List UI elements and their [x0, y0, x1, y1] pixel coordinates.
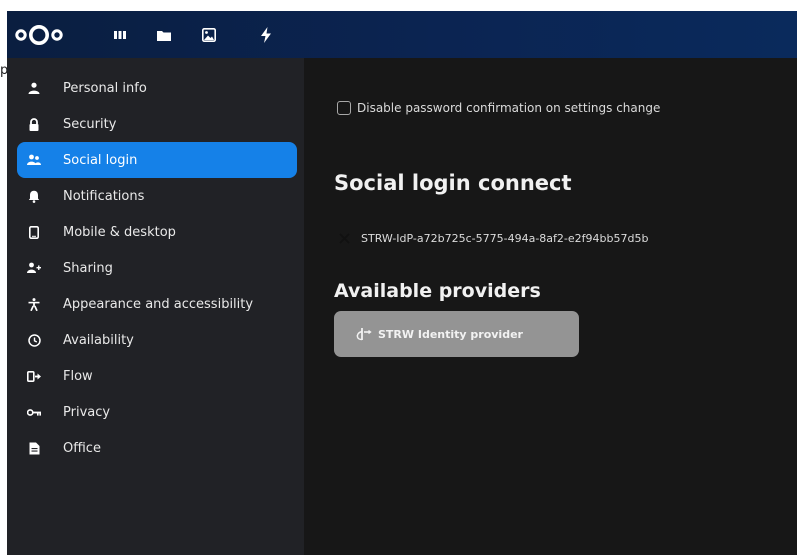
- accessibility-icon: [27, 297, 41, 311]
- main-content: Disable password confirmation on setting…: [304, 58, 797, 555]
- sidebar-item-label: Security: [63, 116, 117, 132]
- settings-sidebar: Personal info Security Social login Noti…: [7, 58, 304, 555]
- document-icon: [27, 441, 41, 455]
- lock-icon: [27, 117, 41, 131]
- user-icon: [27, 81, 41, 95]
- disable-password-confirmation-row[interactable]: Disable password confirmation on setting…: [337, 101, 660, 115]
- section-title: Social login connect: [334, 171, 572, 195]
- sidebar-item-sharing[interactable]: Sharing: [17, 250, 297, 286]
- strw-identity-provider-button[interactable]: STRW Identity provider: [334, 311, 579, 357]
- dashboard-icon[interactable]: [110, 25, 130, 45]
- sidebar-item-label: Mobile & desktop: [63, 224, 176, 240]
- flow-icon: [27, 369, 41, 383]
- phone-icon: [27, 225, 41, 239]
- sidebar-item-label: Flow: [63, 368, 93, 384]
- disconnect-close-icon[interactable]: [337, 231, 351, 245]
- disable-password-confirmation-checkbox[interactable]: [337, 101, 351, 115]
- connected-account-row: STRW-IdP-a72b725c-5775-494a-8af2-e2f94bb…: [337, 231, 648, 245]
- sidebar-item-office[interactable]: Office: [17, 430, 297, 466]
- provider-button-label: STRW Identity provider: [378, 327, 523, 341]
- sidebar-item-social-login[interactable]: Social login: [17, 142, 297, 178]
- settings-nav: Personal info Security Social login Noti…: [17, 70, 297, 466]
- sidebar-item-security[interactable]: Security: [17, 106, 297, 142]
- sidebar-item-availability[interactable]: Availability: [17, 322, 297, 358]
- sidebar-item-label: Social login: [63, 152, 138, 168]
- checkbox-label: Disable password confirmation on setting…: [357, 101, 661, 115]
- sidebar-item-label: Personal info: [63, 80, 147, 96]
- openid-icon: [356, 326, 372, 342]
- sidebar-item-personal-info[interactable]: Personal info: [17, 70, 297, 106]
- group-icon: [27, 153, 41, 167]
- nextcloud-logo-icon[interactable]: [13, 22, 69, 48]
- providers-title: Available providers: [334, 280, 541, 302]
- top-header: [7, 11, 797, 58]
- activity-icon[interactable]: [256, 25, 276, 45]
- sidebar-item-appearance[interactable]: Appearance and accessibility: [17, 286, 297, 322]
- share-user-icon: [27, 261, 41, 275]
- cropped-text-fragment: p: [0, 63, 7, 78]
- clock-icon: [27, 333, 41, 347]
- files-icon[interactable]: [154, 25, 174, 45]
- photos-icon[interactable]: [199, 25, 219, 45]
- sidebar-item-label: Sharing: [63, 260, 113, 276]
- sidebar-item-mobile-desktop[interactable]: Mobile & desktop: [17, 214, 297, 250]
- key-icon: [27, 405, 41, 419]
- sidebar-item-label: Appearance and accessibility: [63, 296, 254, 312]
- app-window: Personal info Security Social login Noti…: [7, 11, 797, 555]
- sidebar-item-flow[interactable]: Flow: [17, 358, 297, 394]
- connected-account-id: STRW-IdP-a72b725c-5775-494a-8af2-e2f94bb…: [361, 231, 649, 245]
- bell-icon: [27, 189, 41, 203]
- sidebar-item-label: Notifications: [63, 188, 145, 204]
- sidebar-item-label: Office: [63, 440, 101, 456]
- sidebar-item-label: Privacy: [63, 404, 111, 420]
- sidebar-item-notifications[interactable]: Notifications: [17, 178, 297, 214]
- sidebar-item-label: Availability: [63, 332, 134, 348]
- sidebar-item-privacy[interactable]: Privacy: [17, 394, 297, 430]
